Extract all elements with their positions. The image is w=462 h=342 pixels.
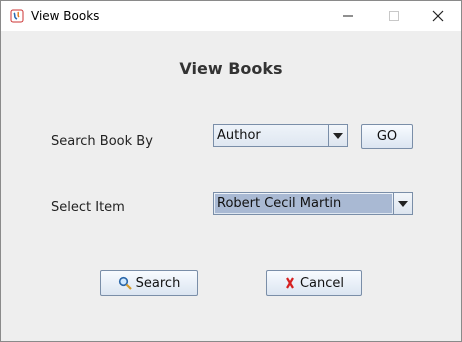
window-title: View Books — [31, 9, 100, 23]
page-title: View Books — [179, 59, 283, 78]
select-item-label: Select Item — [51, 200, 125, 215]
select-item-value: Robert Cecil Martin — [217, 196, 342, 211]
search-by-dropdown[interactable]: Author — [213, 124, 348, 147]
search-button-label: Search — [135, 275, 181, 291]
maximize-icon — [389, 11, 399, 21]
search-by-value: Author — [217, 128, 261, 143]
select-item-dropdown[interactable]: Robert Cecil Martin — [213, 192, 413, 215]
view-books-window: View Books View Books Search Book By Aut… — [0, 0, 462, 342]
cancel-button-label: Cancel — [299, 275, 345, 291]
search-by-label: Search Book By — [51, 134, 153, 149]
close-icon — [432, 10, 444, 22]
cancel-button[interactable]: Cancel — [266, 270, 362, 296]
magnifier-icon — [118, 276, 132, 290]
minimize-icon — [343, 15, 353, 17]
maximize-button[interactable] — [371, 1, 417, 31]
red-x-icon — [286, 277, 294, 289]
title-bar: View Books — [1, 1, 461, 31]
chevron-down-icon — [333, 132, 343, 139]
search-button[interactable]: Search — [100, 270, 198, 296]
dropdown-arrow[interactable] — [328, 125, 347, 146]
chevron-down-icon — [398, 200, 408, 207]
dropdown-arrow[interactable] — [393, 193, 412, 214]
java-app-icon — [10, 9, 24, 23]
close-button[interactable] — [415, 1, 461, 31]
minimize-button[interactable] — [325, 1, 371, 31]
go-button[interactable]: GO — [361, 124, 413, 149]
